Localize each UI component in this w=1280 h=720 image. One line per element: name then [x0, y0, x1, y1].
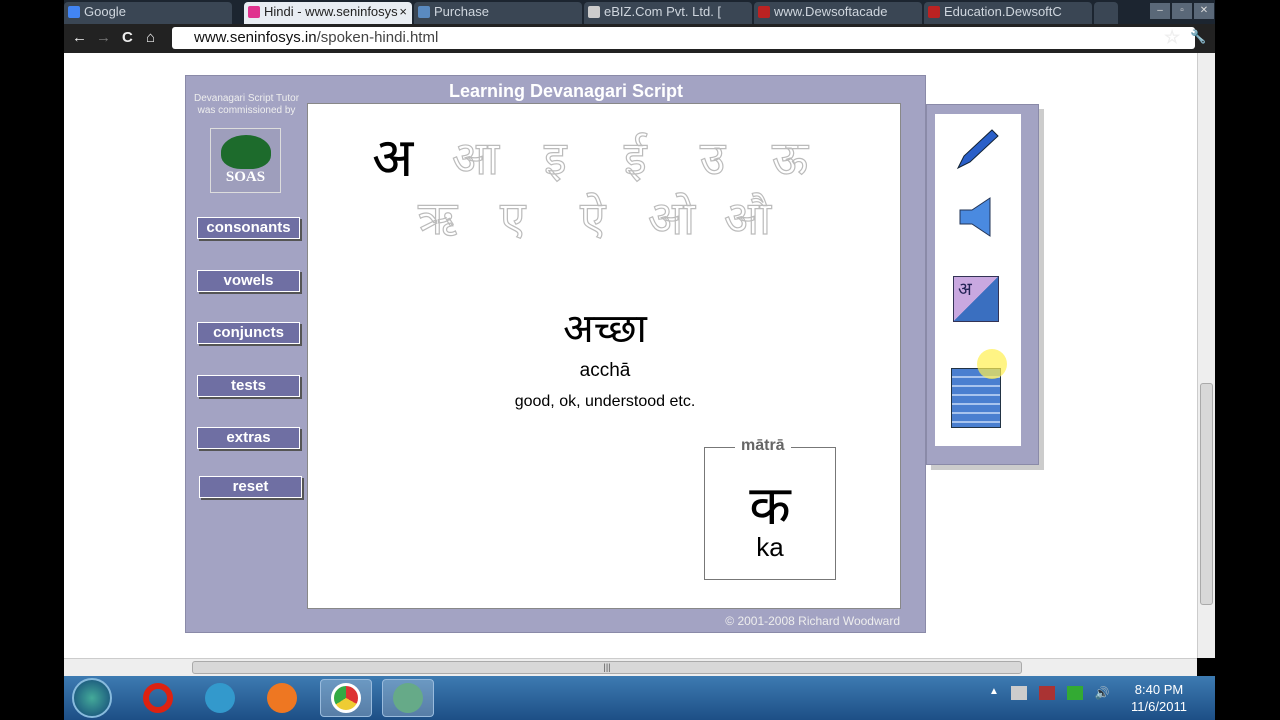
taskbar: ▲ 🔊 8:40 PM 11/6/2011 — [64, 676, 1215, 720]
browser-tab[interactable]: eBIZ.Com Pvt. Ltd. [ — [584, 2, 752, 24]
pencil-icon[interactable] — [950, 124, 1002, 174]
maximize-button[interactable]: ▫ — [1172, 3, 1192, 19]
address-bar[interactable]: www.seninfosys.in/spoken-hindi.html — [172, 27, 1195, 49]
tab-label: Google — [84, 4, 126, 19]
menu-conjuncts[interactable]: conjuncts — [197, 322, 300, 344]
browser-tab[interactable]: Google — [64, 2, 232, 24]
browser-tab[interactable]: Purchase — [414, 2, 582, 24]
speaker-icon[interactable] — [950, 192, 1002, 242]
devanagari-tutor: Learning Devanagari Script Devanagari Sc… — [185, 75, 926, 633]
vowel[interactable]: इ — [543, 126, 567, 188]
vowel[interactable]: ऊ — [771, 126, 808, 188]
vowel[interactable]: औ — [723, 186, 771, 248]
horizontal-scroll-thumb[interactable]: ||| — [192, 661, 1022, 674]
forward-button[interactable]: → — [96, 29, 111, 46]
vowel[interactable]: ऐ — [579, 186, 606, 248]
example-word: अच्छा — [563, 307, 647, 351]
bookmark-star-icon[interactable]: ☆ — [1164, 27, 1180, 48]
vowel[interactable]: उ — [699, 126, 725, 188]
vowel[interactable]: ऋ — [417, 186, 457, 248]
favicon-icon — [588, 6, 600, 18]
vowel[interactable]: ए — [499, 186, 526, 248]
window-controls: – ▫ ✕ — [1148, 0, 1214, 19]
home-button[interactable]: ⌂ — [146, 29, 155, 46]
power-icon[interactable] — [1038, 686, 1055, 700]
menu-tests[interactable]: tests — [197, 375, 300, 397]
copyright: © 2001-2008 Richard Woodward — [725, 614, 900, 628]
system-tray: ▲ 🔊 — [989, 686, 1110, 700]
time: 8:40 PM — [1134, 682, 1184, 697]
soas-logo[interactable]: SOAS — [210, 128, 281, 193]
chrome-taskbar-icon[interactable] — [320, 679, 372, 717]
network-icon[interactable] — [1010, 686, 1027, 700]
transliteration: acchā — [579, 360, 631, 381]
tab-label: Education.DewsoftC — [944, 4, 1062, 19]
favicon-icon — [248, 6, 260, 18]
opera-taskbar-icon[interactable] — [132, 679, 184, 717]
logo-text: SOAS — [225, 169, 266, 185]
browser-tab[interactable]: www.Dewsoftacade — [754, 2, 922, 24]
matra-romanization: ka — [756, 532, 784, 562]
url-path: /spoken-hindi.html — [316, 29, 439, 46]
browser-tab[interactable]: Education.DewsoftC — [924, 2, 1092, 24]
clock[interactable]: 8:40 PM 11/6/2011 — [1124, 681, 1194, 715]
menu-consonants[interactable]: consonants — [197, 217, 300, 239]
tools-panel: अ — [926, 104, 1039, 465]
favicon-icon — [418, 6, 430, 18]
volume-icon[interactable]: 🔊 — [1095, 686, 1110, 700]
ie-taskbar-icon[interactable] — [194, 679, 246, 717]
tab-label: Hindi - www.seninfosys — [264, 4, 398, 19]
minimize-button[interactable]: – — [1150, 3, 1170, 19]
tab-close-button[interactable]: × — [399, 2, 407, 22]
vowel[interactable]: ई — [623, 126, 647, 188]
menu-extras[interactable]: extras — [197, 427, 300, 449]
lesson-stage: अ आ इ ई उ ऊ ऋ ए ऐ ओ औ अच्छा acchā good, … — [307, 103, 901, 609]
browser-tab[interactable]: Hindi - www.seninfosys × — [244, 2, 412, 24]
back-button[interactable]: ← — [72, 29, 87, 46]
start-button[interactable] — [72, 678, 112, 718]
commission-text: Devanagari Script Tutor was commissioned… — [193, 93, 300, 116]
vowel-a[interactable]: अ — [372, 118, 413, 192]
matra-character: क — [749, 476, 791, 536]
date: 11/6/2011 — [1131, 699, 1187, 714]
matra-box: mātrā क ka — [704, 437, 836, 580]
menu-reset[interactable]: reset — [199, 476, 302, 498]
tab-label: Purchase — [434, 4, 489, 19]
app-taskbar-icon[interactable] — [382, 679, 434, 717]
favicon-icon — [68, 6, 80, 18]
url-domain: www.seninfosys.in — [194, 29, 317, 46]
vowel[interactable]: आ — [451, 126, 499, 188]
tree-icon — [220, 135, 271, 169]
browser-toolbar: ← → C ⌂ www.seninfosys.in/spoken-hindi.h… — [64, 24, 1215, 53]
cursor-highlight — [977, 349, 1007, 379]
vertical-scroll-thumb[interactable] — [1200, 383, 1213, 605]
favicon-icon — [758, 6, 770, 18]
menu-vowels[interactable]: vowels — [197, 270, 300, 292]
vowel[interactable]: ओ — [647, 186, 695, 248]
app-title: Learning Devanagari Script — [448, 81, 684, 101]
horizontal-scrollbar[interactable]: ||| — [64, 658, 1197, 676]
tray-arrow-icon[interactable]: ▲ — [989, 686, 999, 700]
matra-label: mātrā — [735, 437, 791, 455]
meaning: good, ok, understood etc. — [514, 393, 696, 410]
tab-label: eBIZ.Com Pvt. Ltd. [ — [604, 4, 722, 19]
new-tab-button[interactable] — [1094, 2, 1118, 24]
vertical-scrollbar[interactable] — [1197, 53, 1215, 658]
tab-label: www.Dewsoftacade — [774, 4, 888, 19]
close-window-button[interactable]: ✕ — [1194, 3, 1214, 19]
reload-button[interactable]: C — [122, 29, 133, 46]
action-center-icon[interactable] — [1066, 686, 1083, 700]
script-toggle-icon[interactable]: अ — [953, 276, 999, 322]
favicon-icon — [928, 6, 940, 18]
wrench-icon[interactable]: 🔧 — [1190, 29, 1206, 45]
firefox-taskbar-icon[interactable] — [256, 679, 308, 717]
tab-strip: Google Hindi - www.seninfosys × Purchase eBI… — [64, 0, 1215, 24]
